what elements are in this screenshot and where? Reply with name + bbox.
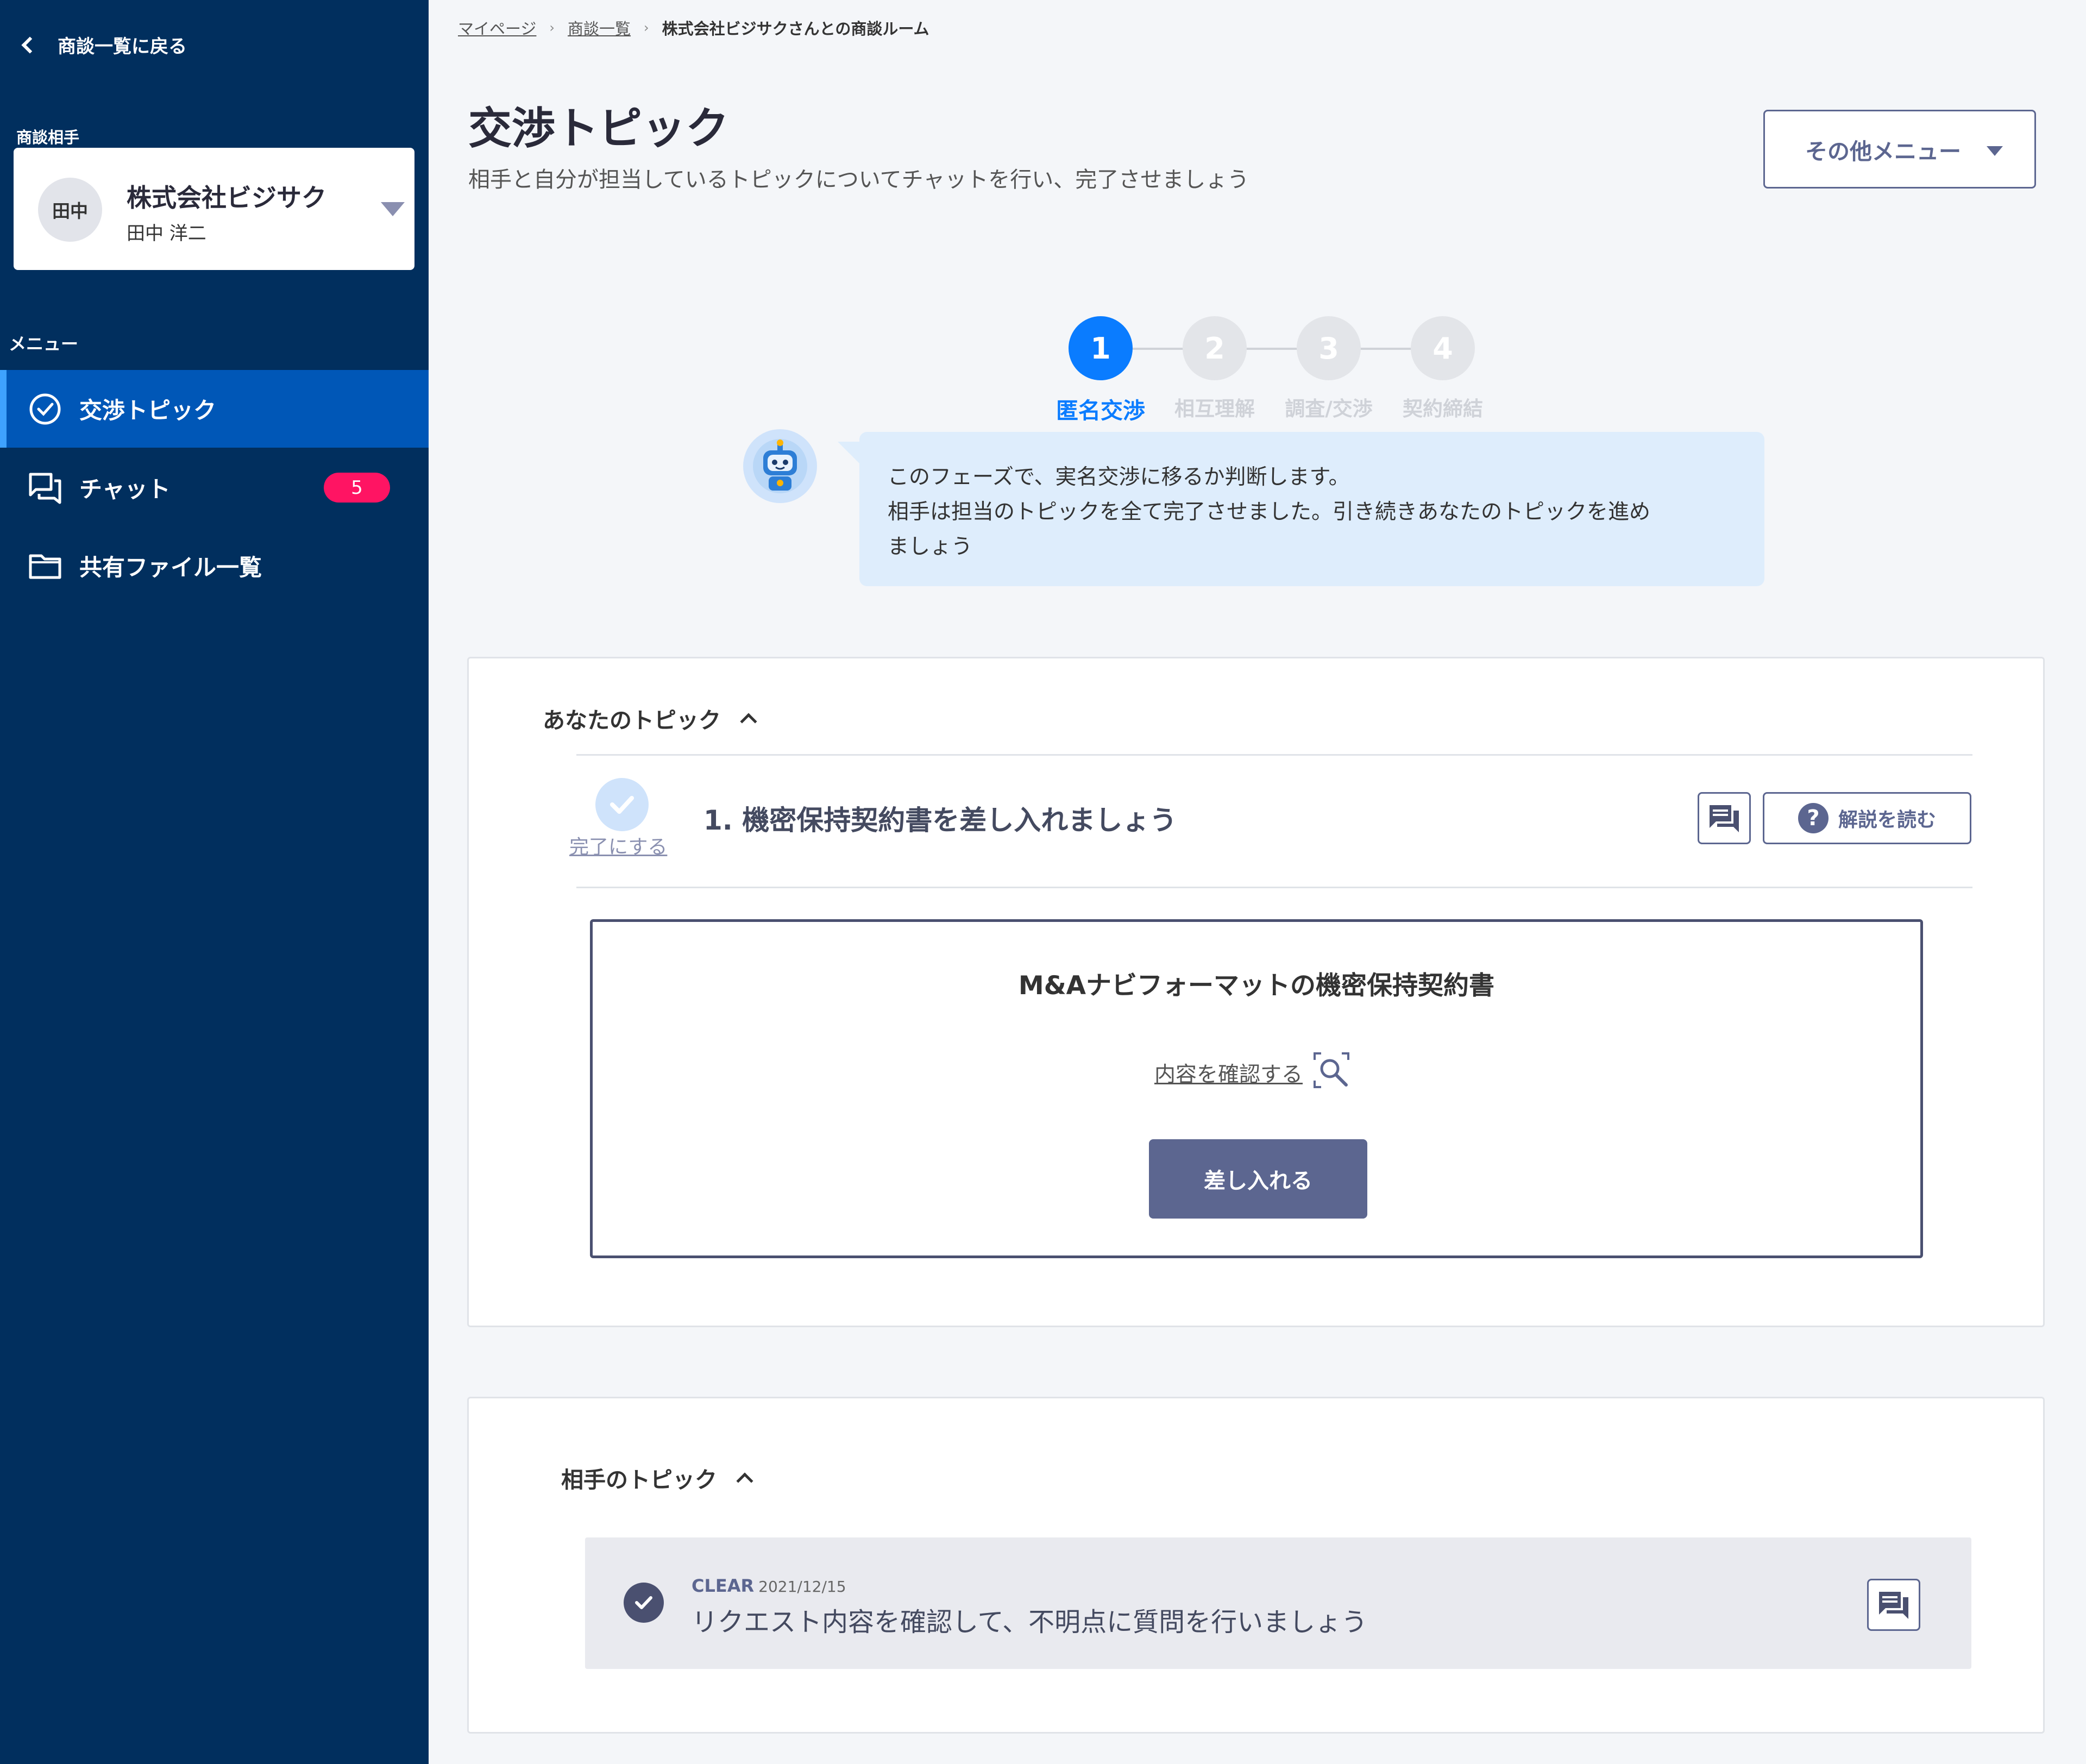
- step-1: 1: [1069, 316, 1133, 380]
- topic-chat-button[interactable]: [1698, 792, 1751, 844]
- sidebar-item-files[interactable]: 共有ファイル一覧: [0, 527, 429, 605]
- step-2-label: 相互理解: [1174, 397, 1255, 420]
- sidebar-item-chat[interactable]: チャット 5: [0, 449, 429, 526]
- partner-topic-item: CLEAR 2021/12/15 リクエスト内容を確認して、不明点に質問を行いま…: [585, 1537, 1971, 1669]
- view-content-link[interactable]: 内容を確認する: [1154, 1051, 1350, 1095]
- stepper-line: [1101, 348, 1443, 350]
- divider: [576, 887, 1972, 888]
- chat-icon: [28, 471, 62, 505]
- caret-down-icon: [381, 202, 405, 216]
- topic-date: 2021/12/15: [758, 1578, 846, 1596]
- partner-label: 商談相手: [16, 128, 80, 147]
- step-4: 4: [1411, 316, 1475, 380]
- chevron-right-icon: ›: [549, 20, 555, 35]
- step-3-label: 調査/交渉: [1285, 397, 1373, 420]
- caret-down-icon: [1987, 146, 2003, 156]
- unread-badge: 5: [324, 473, 390, 503]
- other-menu-button[interactable]: その他メニュー: [1763, 110, 2036, 189]
- step-4-label: 契約締結: [1403, 397, 1483, 420]
- check-circle-icon: [28, 392, 62, 426]
- your-topics-toggle[interactable]: あなたのトピック: [543, 702, 757, 735]
- folder-icon: [28, 549, 62, 583]
- document-title: M&Aナビフォーマットの機密保持契約書: [1018, 971, 1495, 1001]
- partner-topic-chat-button[interactable]: [1867, 1579, 1920, 1631]
- partner-topics-toggle[interactable]: 相手のトピック: [561, 1461, 753, 1494]
- partner-person: 田中 洋二: [127, 223, 206, 244]
- step-1-label: 匿名交渉: [1056, 398, 1145, 424]
- chat-icon: [1710, 805, 1739, 832]
- page-title: 交渉トピック: [468, 103, 729, 154]
- chevron-left-icon: [21, 36, 39, 54]
- topic-title: 1. 機密保持契約書を差し入れましょう: [703, 805, 1177, 836]
- back-to-list-link[interactable]: 商談一覧に戻る: [16, 32, 187, 58]
- complete-check-icon[interactable]: [595, 778, 649, 831]
- sidebar-item-label: 共有ファイル一覧: [79, 554, 262, 581]
- question-icon: ?: [1798, 803, 1829, 833]
- chevron-right-icon: ›: [644, 20, 649, 35]
- submit-button[interactable]: 差し入れる: [1149, 1139, 1367, 1219]
- view-content-label: 内容を確認する: [1154, 1063, 1303, 1087]
- menu-label: メニュー: [9, 334, 79, 354]
- sidebar-item-label: 交渉トピック: [79, 397, 217, 424]
- partner-topic-text: リクエスト内容を確認して、不明点に質問を行いましょう: [692, 1607, 1368, 1637]
- sidebar: 商談一覧に戻る 商談相手 田中 株式会社ビジサク 田中 洋二 メニュー 交渉トピ…: [0, 0, 429, 1764]
- other-menu-label: その他メニュー: [1805, 138, 1961, 165]
- partner-selector[interactable]: 田中 株式会社ビジサク 田中 洋二: [14, 148, 414, 270]
- bot-message-line: このフェーズで、実名交渉に移るか判断します。: [888, 465, 1350, 489]
- guide-button[interactable]: ? 解説を読む: [1763, 792, 1971, 844]
- magnifier-icon: [1312, 1051, 1350, 1095]
- bot-message-line: 相手は担当のトピックを全て完了させました。引き続きあなたのトピックを進め: [888, 500, 1651, 524]
- breadcrumb-mypage[interactable]: マイページ: [458, 16, 536, 39]
- partner-company: 株式会社ビジサク: [127, 183, 326, 212]
- sidebar-item-topics[interactable]: 交渉トピック: [0, 370, 429, 448]
- your-topics-title: あなたのトピック: [543, 707, 721, 733]
- bot-message-line: ましょう: [888, 535, 973, 559]
- your-topics-card: あなたのトピック 完了にする 1. 機密保持契約書を差し入れましょう ? 解説を…: [467, 657, 2045, 1327]
- chevron-up-icon: [740, 713, 757, 730]
- breadcrumb-current: 株式会社ビジサクさんとの商談ルーム: [662, 20, 929, 38]
- partner-topics-title: 相手のトピック: [561, 1467, 717, 1493]
- partner-topics-card: 相手のトピック CLEAR 2021/12/15 リクエスト内容を確認して、不明…: [467, 1397, 2045, 1734]
- guide-label: 解説を読む: [1838, 809, 1936, 831]
- nda-document-box: M&Aナビフォーマットの機密保持契約書 内容を確認する 差し入れる: [590, 919, 1923, 1258]
- page-subtitle: 相手と自分が担当しているトピックについてチャットを行い、完了させましょう: [468, 167, 1249, 192]
- topic-meta: CLEAR 2021/12/15: [692, 1575, 846, 1596]
- bot-message-bubble: このフェーズで、実名交渉に移るか判断します。 相手は担当のトピックを全て完了させ…: [838, 432, 1764, 586]
- sidebar-item-label: チャット: [79, 476, 171, 503]
- chevron-up-icon: [736, 1472, 753, 1490]
- status-badge: CLEAR: [692, 1575, 755, 1596]
- breadcrumb: マイページ › 商談一覧 › 株式会社ビジサクさんとの商談ルーム: [458, 16, 929, 39]
- step-3: 3: [1297, 316, 1361, 380]
- chat-icon: [1879, 1592, 1908, 1619]
- breadcrumb-list[interactable]: 商談一覧: [568, 16, 631, 39]
- step-2: 2: [1183, 316, 1247, 380]
- divider: [576, 754, 1972, 756]
- back-label: 商談一覧に戻る: [58, 36, 187, 58]
- avatar: 田中: [38, 178, 102, 242]
- robot-icon: [743, 429, 817, 503]
- check-circle-icon: [624, 1583, 664, 1623]
- complete-link[interactable]: 完了にする: [569, 831, 667, 859]
